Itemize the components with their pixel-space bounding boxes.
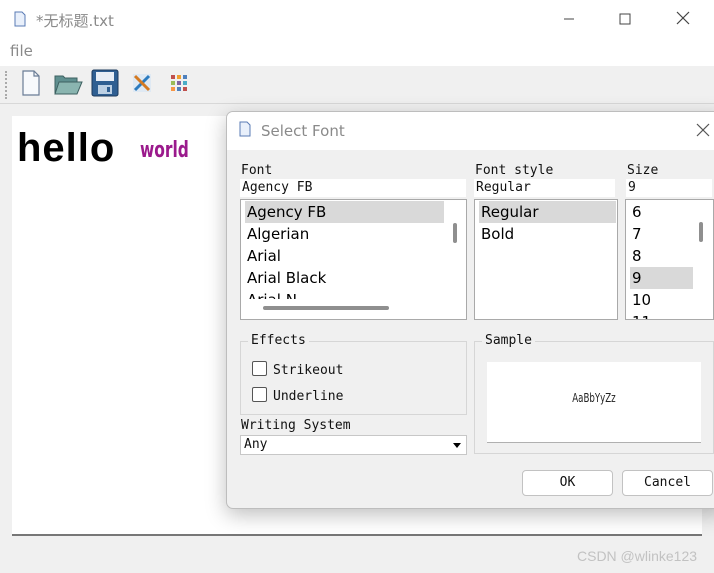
- dialog-close-button[interactable]: [693, 121, 713, 141]
- cancel-button[interactable]: Cancel: [622, 470, 713, 496]
- effects-label: Effects: [248, 333, 309, 348]
- underline-label[interactable]: Underline: [273, 389, 343, 404]
- title-bar: *无标题.txt: [0, 0, 714, 38]
- document-icon: [239, 121, 251, 141]
- window-title: *无标题.txt: [36, 12, 114, 30]
- grid-icon: [170, 74, 188, 96]
- font-list-hscrollbar-track: [241, 300, 466, 319]
- watermark: CSDN @wlinke123: [577, 548, 698, 564]
- font-item-arial-n[interactable]: Arial N: [245, 289, 444, 299]
- maximize-button[interactable]: [596, 0, 654, 38]
- font-list[interactable]: Agency FB Algerian Arial Arial Black Ari…: [240, 199, 467, 320]
- font-input[interactable]: Agency FB: [240, 179, 466, 197]
- maximize-icon: [619, 10, 631, 29]
- font-style-input[interactable]: Regular: [474, 179, 615, 197]
- size-item-11[interactable]: 11: [630, 311, 693, 319]
- menu-bar: file: [0, 38, 714, 66]
- font-list-hscrollbar[interactable]: [263, 306, 389, 310]
- underline-checkbox[interactable]: [252, 387, 267, 402]
- save-icon: [91, 69, 119, 101]
- save-button[interactable]: [89, 69, 121, 101]
- tools-icon: [130, 71, 154, 99]
- style-item-bold[interactable]: Bold: [479, 223, 616, 245]
- font-list-vscrollbar[interactable]: [453, 223, 457, 243]
- sample-label: Sample: [482, 333, 535, 348]
- new-file-button[interactable]: [15, 69, 47, 101]
- font-label: Font: [241, 163, 273, 178]
- chevron-down-icon: [453, 443, 461, 448]
- writing-system-select[interactable]: Any: [240, 435, 467, 455]
- toolbar-grip[interactable]: [5, 71, 8, 99]
- size-item-7[interactable]: 7: [630, 223, 693, 245]
- sample-preview: AaBbYyZz: [487, 362, 701, 443]
- style-item-regular[interactable]: Regular: [479, 201, 616, 223]
- font-item-agency-fb[interactable]: Agency FB: [245, 201, 444, 223]
- size-list-vscrollbar[interactable]: [699, 222, 703, 242]
- document-icon: [14, 11, 26, 31]
- size-label: Size: [627, 163, 659, 178]
- font-style-label: Font style: [475, 163, 554, 178]
- world-text: world: [140, 138, 189, 163]
- grid-button[interactable]: [163, 69, 195, 101]
- minimize-icon: [563, 10, 575, 29]
- strikeout-label[interactable]: Strikeout: [273, 363, 343, 378]
- writing-system-value: Any: [244, 437, 268, 452]
- dialog-title-bar: Select Font: [227, 112, 714, 150]
- hello-text: hello: [17, 126, 116, 170]
- writing-system-label: Writing System: [241, 418, 351, 433]
- new-file-icon: [21, 70, 41, 100]
- size-item-10[interactable]: 10: [630, 289, 693, 311]
- select-font-dialog: Select Font Font Agency FB Agency FB Alg…: [226, 111, 714, 509]
- size-item-9[interactable]: 9: [630, 267, 693, 289]
- sample-text: AaBbYyZz: [572, 391, 616, 405]
- open-folder-icon: [53, 70, 83, 100]
- strikeout-checkbox[interactable]: [252, 361, 267, 376]
- dialog-title: Select Font: [261, 122, 345, 140]
- tools-button[interactable]: [126, 69, 158, 101]
- close-icon: [676, 10, 690, 29]
- toolbar: [0, 66, 714, 104]
- close-icon: [696, 122, 710, 141]
- ok-button[interactable]: OK: [522, 470, 613, 496]
- status-divider: [12, 534, 702, 536]
- font-item-algerian[interactable]: Algerian: [245, 223, 444, 245]
- minimize-button[interactable]: [540, 0, 598, 38]
- menu-file[interactable]: file: [10, 42, 33, 60]
- size-input[interactable]: 9: [626, 179, 712, 197]
- font-style-list[interactable]: Regular Bold: [474, 199, 618, 320]
- size-list[interactable]: 6 7 8 9 10 11: [625, 199, 714, 320]
- close-button[interactable]: [654, 0, 712, 38]
- font-item-arial[interactable]: Arial: [245, 245, 444, 267]
- font-item-arial-black[interactable]: Arial Black: [245, 267, 444, 289]
- open-file-button[interactable]: [52, 69, 84, 101]
- size-item-6[interactable]: 6: [630, 201, 693, 223]
- size-item-8[interactable]: 8: [630, 245, 693, 267]
